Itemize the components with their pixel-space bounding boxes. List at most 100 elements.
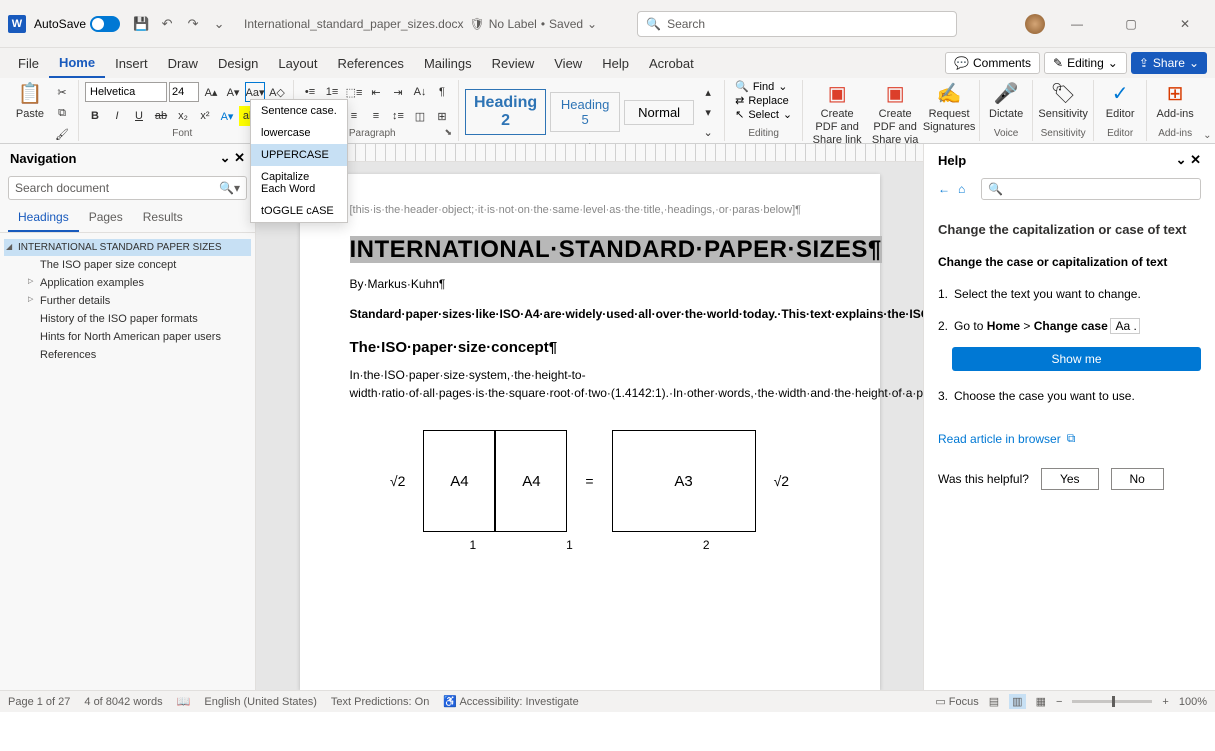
- copy-button[interactable]: ⧉: [52, 103, 72, 123]
- horizontal-ruler[interactable]: [256, 144, 923, 162]
- share-button[interactable]: ⇪Share⌄: [1131, 52, 1207, 74]
- document-scroll[interactable]: [this·is·the·header·object;·it·is·not·on…: [256, 162, 923, 690]
- autosave-toggle[interactable]: [90, 16, 120, 32]
- font-size-select[interactable]: [169, 82, 199, 102]
- tab-help[interactable]: Help: [592, 48, 639, 78]
- document-title[interactable]: INTERNATIONAL·STANDARD·PAPER·SIZES¶: [350, 234, 830, 265]
- tab-acrobat[interactable]: Acrobat: [639, 48, 704, 78]
- status-page[interactable]: Page 1 of 27: [8, 696, 70, 708]
- find-button[interactable]: 🔍Find⌄: [735, 80, 787, 93]
- tab-view[interactable]: View: [544, 48, 592, 78]
- help-back-icon[interactable]: ←: [938, 182, 950, 196]
- tab-draw[interactable]: Draw: [158, 48, 208, 78]
- borders-button[interactable]: ⊞: [432, 106, 452, 126]
- request-signatures-button[interactable]: ✍Request Signatures: [925, 82, 973, 134]
- replace-button[interactable]: ⇄Replace: [735, 94, 789, 107]
- tab-file[interactable]: File: [8, 48, 49, 78]
- status-language[interactable]: English (United States): [204, 696, 317, 708]
- helpful-yes-button[interactable]: Yes: [1041, 468, 1099, 490]
- helpful-no-button[interactable]: No: [1111, 468, 1164, 490]
- status-word-count[interactable]: 4 of 8042 words: [84, 696, 162, 708]
- abstract-paragraph[interactable]: Standard·paper·sizes·like·ISO·A4·are·wid…: [350, 305, 830, 323]
- help-close-icon[interactable]: ✕: [1190, 152, 1201, 167]
- style-normal[interactable]: Normal: [624, 100, 694, 125]
- nav-item-root[interactable]: INTERNATIONAL STANDARD PAPER SIZES: [4, 239, 251, 256]
- nav-item-references[interactable]: References: [4, 346, 251, 364]
- nav-collapse-icon[interactable]: ⌄: [220, 150, 231, 165]
- sort-button[interactable]: A↓: [410, 82, 430, 102]
- user-avatar[interactable]: [1025, 14, 1045, 34]
- help-search-input[interactable]: 🔍: [981, 178, 1201, 200]
- minimize-button[interactable]: —: [1055, 9, 1099, 39]
- editing-mode-button[interactable]: ✎Editing⌄: [1044, 52, 1127, 74]
- case-each-word[interactable]: Capitalize Each Word: [251, 166, 347, 200]
- subscript-button[interactable]: x₂: [173, 106, 193, 126]
- style-heading2[interactable]: Heading 2: [465, 89, 546, 135]
- view-read-mode-icon[interactable]: ▤: [989, 695, 999, 708]
- paragraph-dialog-launcher[interactable]: ⬊: [444, 127, 452, 141]
- byline[interactable]: By·Markus·Kuhn¶: [350, 277, 830, 291]
- tab-home[interactable]: Home: [49, 48, 105, 78]
- format-painter-button[interactable]: 🖌: [52, 124, 72, 144]
- nav-item-history[interactable]: History of the ISO paper formats: [4, 310, 251, 328]
- editor-button[interactable]: ✓Editor: [1100, 82, 1140, 121]
- nav-tab-pages[interactable]: Pages: [79, 204, 133, 232]
- view-print-layout-icon[interactable]: ▥: [1009, 694, 1025, 709]
- text-effects-button[interactable]: A▾: [217, 106, 237, 126]
- status-accessibility[interactable]: ♿ Accessibility: Investigate: [443, 695, 578, 708]
- decrease-indent-button[interactable]: ⇤: [366, 82, 386, 102]
- read-in-browser-link[interactable]: Read article in browser⧉: [938, 431, 1201, 446]
- styles-down-button[interactable]: ▾: [698, 102, 718, 122]
- sensitivity-button[interactable]: 🏷Sensitivity: [1039, 82, 1087, 121]
- show-hide-button[interactable]: ¶: [432, 82, 452, 102]
- sensitivity-label[interactable]: 🛡 No Label • Saved ⌄: [470, 17, 598, 31]
- redo-icon[interactable]: ↷: [182, 13, 204, 35]
- grow-font-button[interactable]: A▴: [201, 82, 221, 102]
- body-paragraph[interactable]: In·the·ISO·paper·size·system,·the·height…: [350, 366, 830, 402]
- help-home-icon[interactable]: ⌂: [958, 182, 965, 196]
- case-lowercase[interactable]: lowercase: [251, 122, 347, 144]
- underline-button[interactable]: U: [129, 106, 149, 126]
- help-collapse-icon[interactable]: ⌄: [1176, 152, 1187, 167]
- case-sentence[interactable]: Sentence case.: [251, 100, 347, 122]
- nav-tab-headings[interactable]: Headings: [8, 204, 79, 232]
- nav-close-icon[interactable]: ✕: [234, 150, 245, 165]
- tab-mailings[interactable]: Mailings: [414, 48, 482, 78]
- zoom-in-button[interactable]: +: [1162, 696, 1168, 708]
- nav-search-input[interactable]: Search document 🔍▾: [8, 176, 247, 200]
- styles-up-button[interactable]: ▴: [698, 82, 718, 102]
- close-window-button[interactable]: ✕: [1163, 9, 1207, 39]
- increase-indent-button[interactable]: ⇥: [388, 82, 408, 102]
- undo-icon[interactable]: ↶: [156, 13, 178, 35]
- show-me-button[interactable]: Show me: [952, 347, 1201, 371]
- nav-tab-results[interactable]: Results: [133, 204, 193, 232]
- superscript-button[interactable]: x²: [195, 106, 215, 126]
- style-heading5[interactable]: Heading 5: [550, 92, 620, 132]
- status-predictions[interactable]: Text Predictions: On: [331, 696, 429, 708]
- case-uppercase[interactable]: UPPERCASE: [251, 144, 347, 166]
- shrink-font-button[interactable]: A▾: [223, 82, 243, 102]
- heading-concept[interactable]: The·ISO·paper·size·concept¶: [350, 339, 830, 356]
- tab-review[interactable]: Review: [482, 48, 545, 78]
- filename-label[interactable]: International_standard_paper_sizes.docx: [244, 17, 463, 31]
- line-spacing-button[interactable]: ↕≡: [388, 106, 408, 126]
- paste-button[interactable]: 📋 Paste: [10, 82, 50, 121]
- tab-layout[interactable]: Layout: [268, 48, 327, 78]
- status-spellcheck-icon[interactable]: 📖: [177, 695, 191, 708]
- shading-button[interactable]: ◫: [410, 106, 430, 126]
- styles-more-button[interactable]: ⌄: [698, 122, 718, 142]
- italic-button[interactable]: I: [107, 106, 127, 126]
- maximize-button[interactable]: ▢: [1109, 9, 1153, 39]
- nav-item-hints[interactable]: Hints for North American paper users: [4, 328, 251, 346]
- nav-item-examples[interactable]: Application examples: [4, 274, 251, 292]
- collapse-ribbon-button[interactable]: ⌄: [1203, 80, 1211, 141]
- pdf-share-link-button[interactable]: ▣Create PDF and Share link: [809, 82, 865, 148]
- justify-button[interactable]: ≡: [366, 106, 386, 126]
- comments-button[interactable]: 💬Comments: [945, 52, 1040, 74]
- nav-item-concept[interactable]: The ISO paper size concept: [4, 256, 251, 274]
- zoom-slider[interactable]: [1072, 700, 1152, 703]
- addins-button[interactable]: ⊞Add-ins: [1153, 82, 1197, 121]
- save-icon[interactable]: 💾: [130, 13, 152, 35]
- font-name-select[interactable]: [85, 82, 167, 102]
- zoom-level[interactable]: 100%: [1179, 696, 1207, 708]
